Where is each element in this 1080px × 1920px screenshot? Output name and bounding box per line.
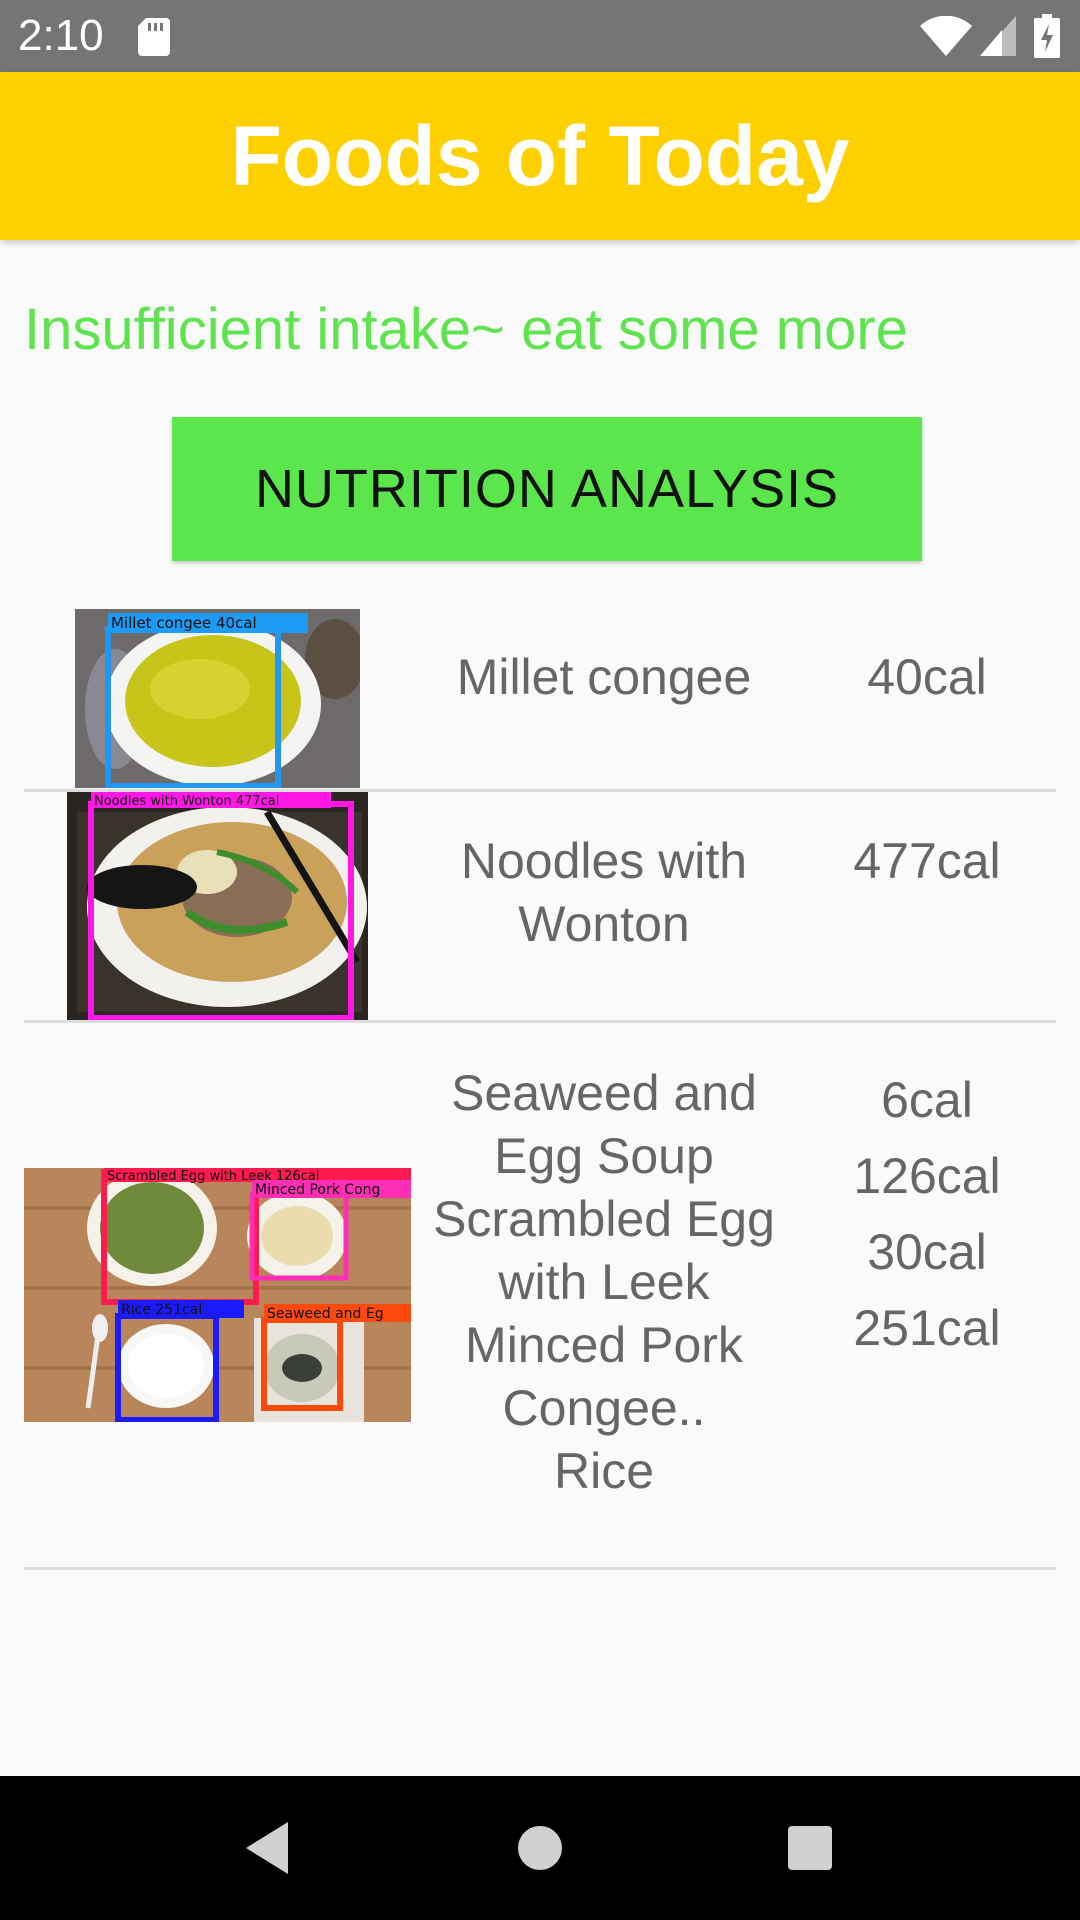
sd-card-icon xyxy=(138,18,170,56)
food-calories: 6cal 126cal 30cal 251cal xyxy=(853,1072,1001,1356)
food-image-combo-meal: Scrambled Egg with Leek 126cal Minced Po… xyxy=(24,1168,411,1422)
divider xyxy=(24,1567,1056,1570)
intake-message: Insufficient intake~ eat some more xyxy=(24,297,908,362)
image-label: Rice 251cal xyxy=(121,1302,202,1318)
wifi-icon xyxy=(920,16,972,56)
image-label: Minced Pork Cong xyxy=(255,1182,380,1198)
food-name: Noodles with Wonton xyxy=(460,833,748,952)
back-icon[interactable] xyxy=(242,1820,292,1876)
recent-apps-icon[interactable] xyxy=(786,1824,834,1872)
image-label: Seaweed and Eg xyxy=(267,1306,384,1322)
status-bar: 2:10 xyxy=(0,0,1080,72)
signal-icon xyxy=(980,16,1016,56)
food-name: Millet congee xyxy=(456,649,752,705)
food-image-millet-congee: Millet congee 40cal xyxy=(75,609,360,788)
food-name: Seaweed and Egg Soup Scrambled Egg with … xyxy=(433,1065,775,1499)
status-time: 2:10 xyxy=(18,11,104,60)
food-calories: 477cal xyxy=(853,833,1001,889)
app-bar: Foods of Today xyxy=(0,72,1080,240)
screen: 2:10 Foods of Today Insufficient intake~… xyxy=(0,0,1080,1920)
home-icon[interactable] xyxy=(516,1824,564,1872)
food-calories: 40cal xyxy=(867,649,987,705)
battery-charging-icon xyxy=(1034,14,1060,58)
divider xyxy=(24,1020,1056,1023)
food-image-noodles-wonton: Noodles with Wonton 477cal xyxy=(67,792,368,1020)
nutrition-analysis-button[interactable]: NUTRITION ANALYSIS xyxy=(172,417,922,561)
image-label: Millet congee 40cal xyxy=(111,614,257,632)
image-label: Noodles with Wonton 477cal xyxy=(94,794,279,809)
navigation-bar xyxy=(0,1776,1080,1920)
app-title: Foods of Today xyxy=(230,108,850,203)
